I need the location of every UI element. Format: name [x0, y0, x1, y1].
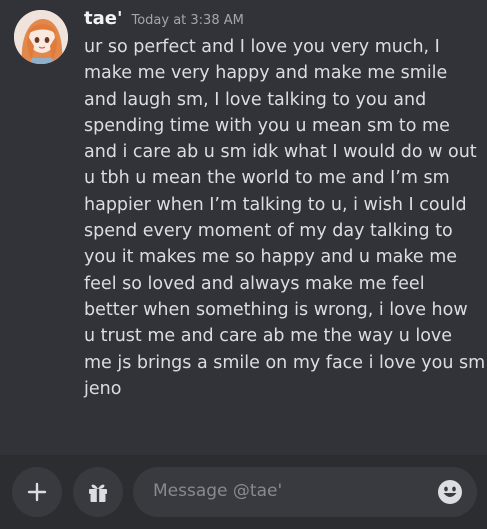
- message-line: me js brings a smile on my face i love y…: [84, 352, 486, 373]
- message-header: tae' Today at 3:38 AM: [84, 8, 244, 30]
- gift-button[interactable]: [73, 467, 123, 517]
- message-line: spend every moment of my day talking to: [84, 221, 453, 242]
- message-line: ur so perfect and I love you very much, …: [84, 37, 440, 57]
- message-line: feel so loved and always make me feel: [84, 273, 425, 294]
- author-name[interactable]: tae': [84, 8, 122, 29]
- message-line: you it makes me so happy and u make me: [84, 247, 458, 268]
- message-content: ur so perfect and I love you very much, …: [84, 34, 486, 402]
- message-input[interactable]: Message @tae': [133, 467, 477, 517]
- message-input-placeholder: Message @tae': [153, 481, 283, 501]
- message-line: happier when I’m talking to u, i wish I …: [84, 194, 467, 215]
- add-attachment-button[interactable]: [12, 467, 62, 517]
- message-line: and laugh sm, I love talking to you and: [84, 89, 427, 110]
- avatar-illustration: [14, 10, 68, 64]
- gift-icon: [89, 484, 107, 502]
- message-line: and i care ab u sm idk what I would do w…: [84, 142, 477, 163]
- plus-icon: [27, 482, 47, 502]
- message-line: better when something is wrong, i love h…: [84, 299, 468, 320]
- chat-area: tae' Today at 3:38 AM ur so perfect and …: [0, 0, 487, 455]
- smiley-emoji-icon[interactable]: [437, 479, 463, 505]
- message-line: jeno: [84, 378, 122, 399]
- message-line: spending time with you u mean sm to me: [84, 115, 450, 136]
- message-line: u tbh u mean the world to me and I’m sm: [84, 168, 450, 189]
- message-timestamp: Today at 3:38 AM: [131, 13, 244, 28]
- user-avatar[interactable]: [14, 10, 68, 64]
- message-line: u trust me and care ab me the way u love: [84, 326, 453, 347]
- message-line: make me very happy and make me smile: [84, 63, 448, 84]
